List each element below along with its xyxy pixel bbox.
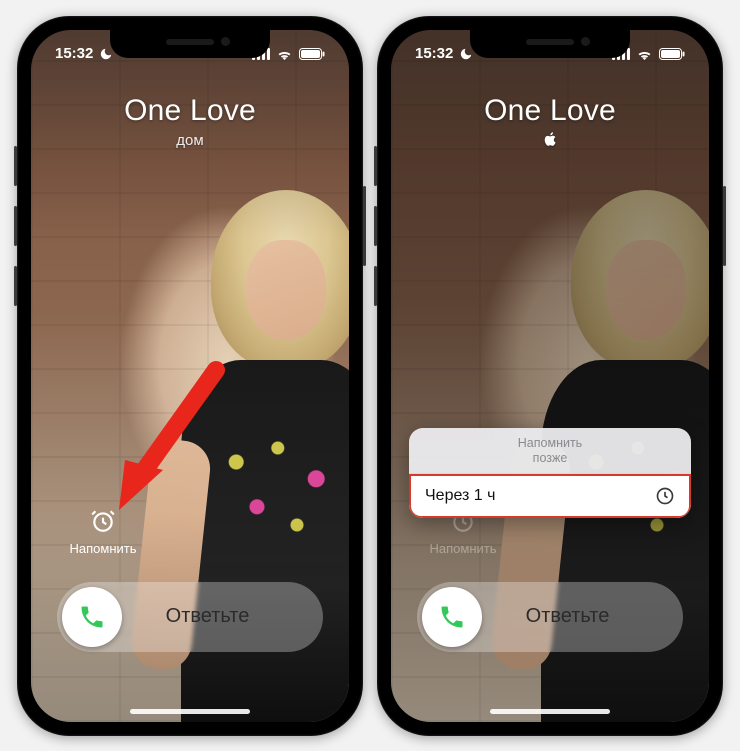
remind-option-1hour[interactable]: Через 1 ч (409, 473, 691, 518)
caller-name: One Love (31, 94, 349, 128)
home-indicator[interactable] (490, 709, 610, 714)
remind-option-label: Через 1 ч (425, 487, 495, 505)
screen: 15:32 One Love (391, 30, 709, 722)
battery-icon (659, 48, 685, 60)
popup-title: Напомнить позже (409, 428, 691, 473)
moon-icon (99, 47, 113, 61)
popup-title-line1: Напомнить (421, 436, 679, 452)
remind-label: Напомнить (59, 541, 147, 556)
slide-to-answer[interactable]: Ответьте (417, 582, 683, 652)
iphone-device-right: 15:32 One Love (377, 16, 723, 736)
answer-label: Ответьте (482, 605, 683, 628)
wifi-icon (276, 48, 293, 60)
caller-info: One Love (391, 94, 709, 151)
wifi-icon (636, 48, 653, 60)
screen: 15:32 One Love дом (31, 30, 349, 722)
answer-knob[interactable] (422, 587, 482, 647)
moon-icon (459, 47, 473, 61)
caller-info: One Love дом (31, 94, 349, 149)
home-indicator[interactable] (130, 709, 250, 714)
notch (110, 30, 270, 58)
iphone-device-left: 15:32 One Love дом (17, 16, 363, 736)
answer-knob[interactable] (62, 587, 122, 647)
battery-icon (299, 48, 325, 60)
remind-me-button[interactable]: Напомнить (59, 507, 147, 556)
popup-title-line2: позже (421, 451, 679, 467)
answer-label: Ответьте (122, 605, 323, 628)
status-time: 15:32 (415, 45, 453, 62)
remind-label: Напомнить (419, 541, 507, 556)
remind-me-popup: Напомнить позже Через 1 ч (409, 428, 691, 518)
phone-icon (78, 603, 106, 631)
slide-to-answer[interactable]: Ответьте (57, 582, 323, 652)
phone-icon (438, 603, 466, 631)
caller-label-apple-icon (391, 132, 709, 151)
clock-icon (655, 486, 675, 506)
caller-name: One Love (391, 94, 709, 128)
caller-label: дом (31, 132, 349, 149)
alarm-icon (89, 507, 117, 535)
notch (470, 30, 630, 58)
status-time: 15:32 (55, 45, 93, 62)
